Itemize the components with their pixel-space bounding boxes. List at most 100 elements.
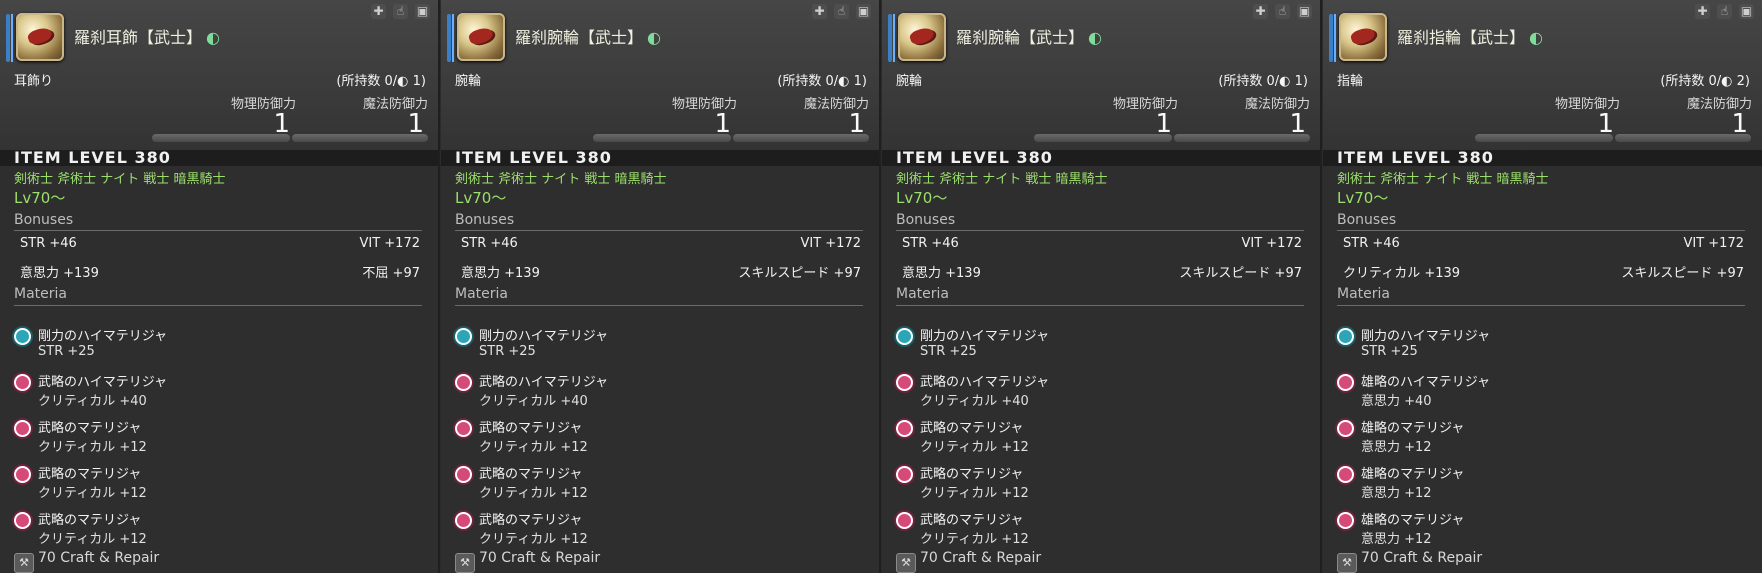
craft-repair: ⚒ 70 Craft & Repair: [455, 550, 600, 573]
class-list: 剣術士 斧術士 ナイト 戦士 暗黒騎士: [896, 172, 1108, 187]
required-level: Lv70〜: [1337, 189, 1389, 207]
bonus-stat: スキルスピード +97: [1621, 266, 1744, 281]
accent-bar: [447, 14, 451, 62]
materia-stat: クリティカル +12: [920, 486, 1029, 501]
materia-slot: 剛力のハイマテリジャ STR +25: [896, 325, 1306, 371]
materia-slot: 雄略のマテリジャ 意思力 +12: [1337, 463, 1747, 509]
hand-icon[interactable]: ☝: [393, 4, 408, 19]
craft-icon: ⚒: [896, 553, 916, 573]
hand-icon[interactable]: ☝: [1275, 4, 1290, 19]
item-name-row: 羅刹腕輪【武士】 ◐: [515, 24, 661, 48]
item-name-row: 羅刹腕輪【武士】 ◐: [956, 24, 1102, 48]
materia-slot: 武略のマテリジャ クリティカル +12: [455, 463, 865, 509]
materia-slot: 武略のハイマテリジャ クリティカル +40: [896, 371, 1306, 417]
bonuses-label: Bonuses: [1337, 212, 1397, 228]
materia-name: 雄略のマテリジャ: [1361, 421, 1465, 436]
item-tooltip-panel: ✚ ☝ ▣ 羅刹指輪【武士】 ◐ 指輪 (所持数 0/◐ 2) 物理防御力 魔法防…: [1323, 0, 1762, 573]
materia-icon: [14, 374, 31, 391]
materia-stat: クリティカル +40: [38, 394, 147, 409]
section-divider: [1337, 305, 1745, 306]
tooltip-panels: ✚ ☝ ▣ 羅刹耳飾【武士】 ◐ 耳飾り (所持数 0/◐ 1) 物理防御力 魔法…: [0, 0, 1762, 573]
chest-icon[interactable]: ▣: [1739, 4, 1754, 19]
plus-icon[interactable]: ✚: [1253, 4, 1268, 19]
materia-name: 武略のマテリジャ: [920, 467, 1024, 482]
class-list: 剣術士 斧術士 ナイト 戦士 暗黒騎士: [455, 172, 667, 187]
bonus-stat: VIT +172: [800, 236, 861, 251]
bonuses-label: Bonuses: [896, 212, 956, 228]
materia-icon: [1337, 374, 1354, 391]
hand-icon[interactable]: ☝: [1717, 4, 1732, 19]
corner-icons: ✚ ☝ ▣: [371, 4, 430, 19]
materia-slot: 武略のマテリジャ クリティカル +12: [896, 509, 1306, 555]
materia-slot: 剛力のハイマテリジャ STR +25: [455, 325, 865, 371]
item-type: 腕輪: [455, 74, 482, 89]
hq-icon: ◐: [206, 28, 220, 47]
chest-icon[interactable]: ▣: [415, 4, 430, 19]
materia-name: 雄略のハイマテリジャ: [1361, 375, 1491, 390]
bonus-stat: VIT +172: [1241, 236, 1302, 251]
bonus-stat: スキルスピード +97: [1179, 266, 1302, 281]
owned-count: (所持数 0/◐ 2): [1660, 74, 1750, 89]
chest-icon[interactable]: ▣: [856, 4, 871, 19]
materia-slot: 武略のハイマテリジャ クリティカル +40: [14, 371, 424, 417]
materia-name: 武略のマテリジャ: [38, 421, 142, 436]
item-type: 耳飾り: [14, 74, 54, 89]
bonus-stat: STR +46: [20, 236, 77, 251]
materia-name: 武略のハイマテリジャ: [38, 375, 168, 390]
materia-name: 武略のマテリジャ: [479, 513, 583, 528]
item-icon: [16, 13, 64, 61]
required-level: Lv70〜: [455, 189, 507, 207]
accent-bar: [888, 14, 892, 62]
materia-stat: STR +25: [479, 344, 536, 359]
corner-icons: ✚ ☝ ▣: [1253, 4, 1312, 19]
materia-stat: クリティカル +12: [479, 486, 588, 501]
materia-name: 剛力のハイマテリジャ: [920, 329, 1050, 344]
materia-slot: 武略のハイマテリジャ クリティカル +40: [455, 371, 865, 417]
plus-icon[interactable]: ✚: [812, 4, 827, 19]
bonus-stat: クリティカル +139: [1343, 266, 1461, 281]
materia-slot: 剛力のハイマテリジャ STR +25: [14, 325, 424, 371]
materia-icon: [14, 328, 31, 345]
craft-repair: ⚒ 70 Craft & Repair: [1337, 550, 1482, 573]
item-icon: [898, 13, 946, 61]
materia-stat: クリティカル +12: [38, 486, 147, 501]
materia-stat: クリティカル +12: [920, 532, 1029, 547]
craft-label: 70 Craft & Repair: [479, 550, 601, 566]
plus-icon[interactable]: ✚: [371, 4, 386, 19]
owned-count: (所持数 0/◐ 1): [777, 74, 867, 89]
materia-icon: [896, 420, 913, 437]
materia-stat: 意思力 +12: [1361, 440, 1432, 455]
materia-icon: [896, 374, 913, 391]
phys-def-bar: [1034, 134, 1172, 142]
craft-label: 70 Craft & Repair: [38, 550, 160, 566]
craft-icon: ⚒: [455, 553, 475, 573]
materia-name: 武略のマテリジャ: [38, 513, 142, 528]
hand-icon[interactable]: ☝: [834, 4, 849, 19]
bonuses-label: Bonuses: [14, 212, 74, 228]
item-name: 羅刹耳飾【武士】: [74, 28, 203, 47]
craft-repair: ⚒ 70 Craft & Repair: [896, 550, 1041, 573]
materia-stat: 意思力 +12: [1361, 486, 1432, 501]
section-divider: [14, 305, 422, 306]
materia-stat: STR +25: [38, 344, 95, 359]
plus-icon[interactable]: ✚: [1695, 4, 1710, 19]
chest-icon[interactable]: ▣: [1297, 4, 1312, 19]
item-level: ITEM LEVEL 380: [896, 148, 1053, 167]
section-divider: [455, 305, 863, 306]
bonus-stat: STR +46: [1343, 236, 1400, 251]
hq-icon: ◐: [1088, 28, 1102, 47]
materia-icon: [14, 466, 31, 483]
item-name: 羅刹腕輪【武士】: [956, 28, 1085, 47]
accent-bar: [11, 14, 13, 62]
accent-bar: [1334, 14, 1336, 62]
materia-icon: [14, 420, 31, 437]
item-tooltip-panel: ✚ ☝ ▣ 羅刹耳飾【武士】 ◐ 耳飾り (所持数 0/◐ 1) 物理防御力 魔法…: [0, 0, 440, 573]
materia-name: 武略のマテリジャ: [479, 421, 583, 436]
materia-slot: 武略のマテリジャ クリティカル +12: [14, 509, 424, 555]
materia-slot: 武略のマテリジャ クリティカル +12: [455, 417, 865, 463]
materia-name: 武略のマテリジャ: [920, 513, 1024, 528]
materia-icon: [896, 466, 913, 483]
materia-label: Materia: [14, 286, 67, 302]
materia-label: Materia: [896, 286, 949, 302]
materia-icon: [896, 328, 913, 345]
